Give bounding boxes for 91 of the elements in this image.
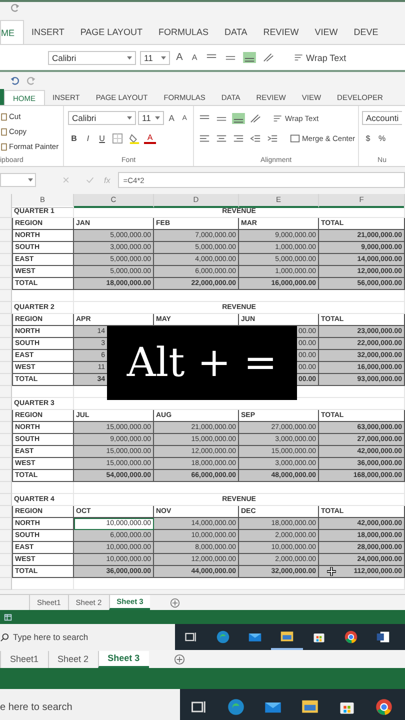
row-header[interactable]: [0, 362, 12, 374]
align-right-icon[interactable]: [232, 132, 246, 144]
check-icon[interactable]: [86, 176, 94, 184]
caret-icon[interactable]: [28, 178, 33, 182]
row-header[interactable]: [0, 542, 12, 554]
font-color-button[interactable]: A: [144, 132, 156, 144]
font-size-field[interactable]: 11: [138, 111, 164, 125]
row-header[interactable]: [0, 566, 12, 578]
row-header[interactable]: [0, 434, 12, 446]
row-header[interactable]: [0, 290, 12, 302]
align-bottom-icon[interactable]: [232, 112, 246, 124]
row-header[interactable]: [0, 554, 12, 566]
row-header[interactable]: [0, 458, 12, 470]
row-header[interactable]: [0, 422, 12, 434]
add-sheet-icon[interactable]: [170, 598, 180, 608]
cancel-icon[interactable]: [62, 176, 70, 184]
search-icon: [0, 632, 9, 642]
caret-icon[interactable]: [161, 56, 166, 60]
row-header[interactable]: [0, 230, 12, 242]
ribbon-tab[interactable]: REVIEW: [255, 20, 307, 44]
font-style-button[interactable]: B: [68, 134, 80, 142]
row-header[interactable]: [0, 326, 12, 338]
row-header[interactable]: [0, 578, 12, 590]
orientation-icon[interactable]: [249, 112, 262, 124]
ribbon-tab[interactable]: DATA: [216, 20, 256, 44]
undo-icon[interactable]: [10, 76, 20, 84]
row-header[interactable]: [0, 446, 12, 458]
row-header[interactable]: [0, 398, 12, 410]
row-header[interactable]: [0, 470, 12, 482]
table-cell: [12, 386, 74, 398]
row-header[interactable]: [0, 302, 12, 314]
wrap-text-icon: [273, 114, 284, 122]
row-header[interactable]: [0, 506, 12, 518]
sheet-tab[interactable]: Sheet 3: [98, 650, 149, 668]
add-sheet-icon[interactable]: [174, 654, 185, 664]
font-name-field[interactable]: Calibri: [68, 111, 136, 125]
page-layout-icon[interactable]: [4, 613, 12, 621]
align-left-icon[interactable]: [198, 132, 212, 144]
wrap-text-icon: [294, 53, 304, 62]
font-style-button[interactable]: U: [96, 134, 108, 142]
row-header[interactable]: [0, 242, 12, 254]
row-header[interactable]: [0, 482, 12, 494]
font-name-field[interactable]: Calibri: [48, 50, 136, 64]
row-header[interactable]: [0, 530, 12, 542]
font-size-button[interactable]: A: [174, 52, 185, 63]
orientation-icon[interactable]: [262, 52, 275, 63]
fill-color-icon[interactable]: [128, 132, 142, 144]
ribbon-tab[interactable]: PAGE LAYOUT: [72, 20, 151, 44]
row-header[interactable]: [0, 494, 12, 506]
number-format-button[interactable]: $: [362, 134, 374, 142]
caret-icon[interactable]: [155, 116, 160, 120]
number-format-button[interactable]: %: [376, 134, 388, 142]
table-cell: [12, 482, 74, 494]
row-header[interactable]: [0, 278, 12, 290]
align-center-icon[interactable]: [215, 132, 228, 144]
font-size-button[interactable]: A: [166, 113, 178, 123]
ribbon-tab[interactable]: INSERT: [24, 20, 72, 44]
redo-icon[interactable]: [26, 76, 36, 84]
search-field[interactable]: Type here to search: [0, 624, 175, 650]
row-header[interactable]: [0, 350, 12, 362]
row-header[interactable]: [0, 206, 12, 218]
row-header[interactable]: [0, 254, 12, 266]
row-header[interactable]: [0, 410, 12, 422]
caret-icon[interactable]: [127, 116, 132, 120]
row-header[interactable]: [0, 314, 12, 326]
font-style-button[interactable]: I: [82, 134, 94, 142]
table-cell: [12, 578, 74, 590]
wrap-text-button[interactable]: Wrap Text: [294, 52, 346, 62]
merge-icon: [290, 134, 300, 142]
ribbon-tab[interactable]: VIEW: [306, 20, 346, 44]
ribbon-tab[interactable]: FORMULAS: [150, 20, 217, 44]
borders-icon[interactable]: [111, 132, 124, 144]
row-header[interactable]: [0, 386, 12, 398]
increase-indent-icon[interactable]: [266, 132, 280, 144]
ribbon-tab[interactable]: ME: [0, 20, 24, 44]
number-format-field[interactable]: Accounti: [362, 111, 402, 125]
decrease-indent-icon[interactable]: [249, 132, 262, 144]
font-size-button[interactable]: A: [189, 53, 200, 62]
row-header[interactable]: [0, 518, 12, 530]
row-header[interactable]: [0, 218, 12, 230]
ribbon-tab[interactable]: DEVE: [346, 20, 386, 44]
search-field[interactable]: e here to search: [0, 689, 180, 720]
align-bottom-icon[interactable]: [243, 52, 256, 63]
row-header[interactable]: [0, 266, 12, 278]
caret-icon[interactable]: [127, 56, 132, 60]
redo-icon[interactable]: [10, 2, 20, 12]
font-size-field[interactable]: 11: [140, 50, 170, 64]
table-cell: [12, 290, 74, 302]
shortcut-caption: Alt + =: [107, 326, 297, 400]
row-header[interactable]: [0, 374, 12, 386]
row-header[interactable]: [0, 338, 12, 350]
